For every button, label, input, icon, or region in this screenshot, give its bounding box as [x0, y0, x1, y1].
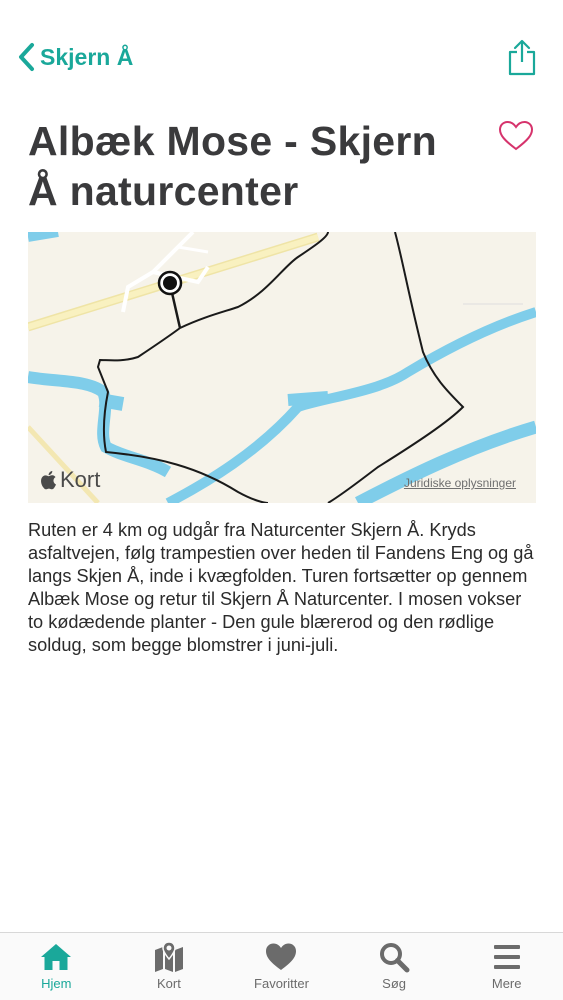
tab-map[interactable]: Kort: [113, 933, 226, 1000]
share-icon: [508, 39, 536, 76]
back-button[interactable]: Skjern Å: [16, 40, 133, 74]
apple-logo-icon: [41, 471, 56, 490]
title-row: Albæk Mose - Skjern Å naturcenter: [28, 116, 538, 216]
favorite-button[interactable]: [498, 120, 534, 152]
search-icon: [380, 943, 410, 973]
heart-outline-icon: [498, 120, 534, 151]
heart-icon: [266, 943, 297, 970]
route-description: Ruten er 4 km og udgår fra Naturcenter S…: [28, 520, 534, 655]
tab-home-label: Hjem: [41, 976, 72, 991]
tab-map-label: Kort: [156, 976, 181, 991]
menu-icon: [493, 945, 520, 969]
legal-link[interactable]: Juridiske oplysninger: [404, 476, 516, 490]
map-icon: [154, 941, 183, 972]
tab-favorites[interactable]: Favoritter: [225, 933, 338, 1000]
tab-more-label: Mere: [491, 976, 522, 991]
back-button-label: Skjern Å: [40, 43, 134, 70]
tab-favorites-label: Favoritter: [254, 976, 309, 991]
tab-home[interactable]: Hjem: [0, 933, 113, 1000]
page-title: Albæk Mose - Skjern Å naturcenter: [28, 118, 437, 214]
route-map[interactable]: Kort Juridiske oplysninger: [28, 232, 536, 503]
tab-bar: Hjem Kort Favoritter Søg Mere: [0, 932, 563, 1000]
map-attribution-logo: Kort: [40, 467, 100, 493]
home-icon: [41, 944, 72, 970]
chevron-left-icon: [19, 43, 34, 71]
navigation-bar: Skjern Å: [0, 0, 563, 110]
tab-search-label: Søg: [382, 976, 406, 991]
map-logo-text: Kort: [60, 467, 101, 492]
map-canvas: [28, 232, 536, 503]
tab-more[interactable]: Mere: [450, 933, 563, 1000]
tab-search[interactable]: Søg: [338, 933, 451, 1000]
share-button[interactable]: [507, 38, 537, 76]
